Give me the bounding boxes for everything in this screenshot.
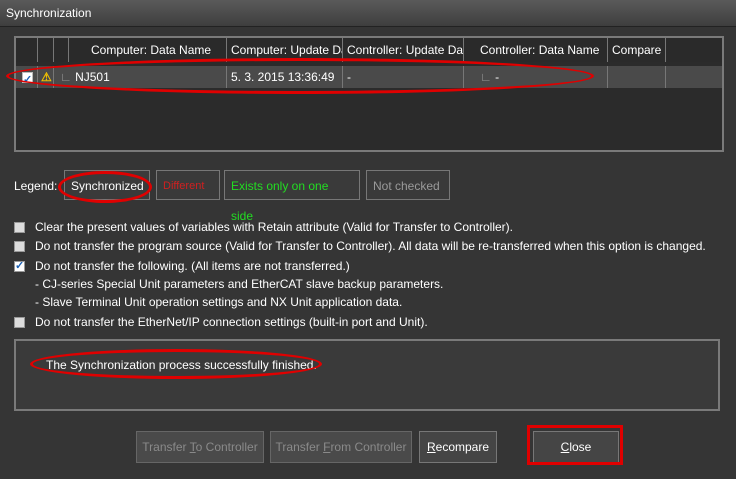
option-sub-item: - Slave Terminal Unit operation settings…	[35, 295, 403, 309]
close-button[interactable]: Close	[533, 431, 619, 463]
legend-label: Legend:	[14, 179, 58, 193]
legend-different: Different	[156, 170, 220, 200]
row-checkbox-cell[interactable]	[16, 66, 38, 88]
legend-exists-one-side: Exists only on one side	[224, 170, 360, 223]
warning-icon: ⚠	[41, 70, 52, 84]
tree-connector-icon: ∟	[60, 70, 76, 84]
recompare-button[interactable]: Recompare	[419, 431, 497, 463]
option-checkbox[interactable]	[14, 317, 25, 328]
table-row[interactable]: ⚠ ∟ NJ501 5. 3. 2015 13:36:49 - ∟ -	[16, 66, 722, 88]
compare-cell	[608, 66, 666, 88]
computer-update-cell: 5. 3. 2015 13:36:49	[227, 66, 343, 88]
synchronization-dialog: Synchronization Computer: Data Name Comp…	[0, 0, 736, 479]
title-bar: Synchronization	[0, 0, 736, 27]
option-label: Do not transfer the program source (Vali…	[35, 239, 706, 253]
table-header: Computer: Data Name Computer: Update Da …	[16, 38, 722, 62]
tree-connector-icon: ∟	[480, 70, 496, 84]
option-checkbox[interactable]	[14, 241, 25, 252]
option-label: Do not transfer the following. (All item…	[35, 259, 350, 273]
column-header[interactable]: Controller: Data Name	[464, 38, 608, 62]
option-sub-item: - CJ-series Special Unit parameters and …	[35, 277, 444, 291]
column-header[interactable]: Controller: Update Da	[343, 38, 464, 62]
legend-synchronized: Synchronized	[64, 170, 150, 200]
controller-update-cell: -	[343, 66, 464, 88]
header-check-col	[16, 38, 38, 62]
header-tree-col	[54, 38, 69, 62]
row-checkbox[interactable]	[22, 69, 33, 88]
legend-not-checked: Not checked	[366, 170, 450, 200]
sync-table: Computer: Data Name Computer: Update Da …	[14, 36, 724, 152]
option-label: Clear the present values of variables wi…	[35, 220, 513, 234]
computer-data-name: NJ501	[75, 70, 110, 84]
column-header[interactable]: Computer: Update Da	[227, 38, 343, 62]
header-icon-col	[38, 38, 54, 62]
option-label: Do not transfer the EtherNet/IP connecti…	[35, 315, 428, 329]
status-panel: The Synchronization process successfully…	[14, 339, 720, 411]
computer-data-name-cell: ∟ NJ501	[54, 66, 227, 88]
column-header[interactable]: Computer: Data Name	[69, 38, 227, 62]
option-checkbox[interactable]	[14, 222, 25, 233]
controller-data-name: -	[495, 70, 500, 84]
warning-cell: ⚠	[38, 66, 54, 88]
transfer-from-controller-button[interactable]: Transfer From Controller	[270, 431, 412, 463]
window-title: Synchronization	[6, 6, 92, 20]
transfer-to-controller-button[interactable]: Transfer To Controller	[136, 431, 264, 463]
column-header[interactable]: Compare	[608, 38, 666, 62]
status-message: The Synchronization process successfully…	[46, 358, 317, 372]
option-checkbox[interactable]	[14, 259, 25, 274]
controller-data-name-cell: ∟ -	[464, 66, 608, 88]
